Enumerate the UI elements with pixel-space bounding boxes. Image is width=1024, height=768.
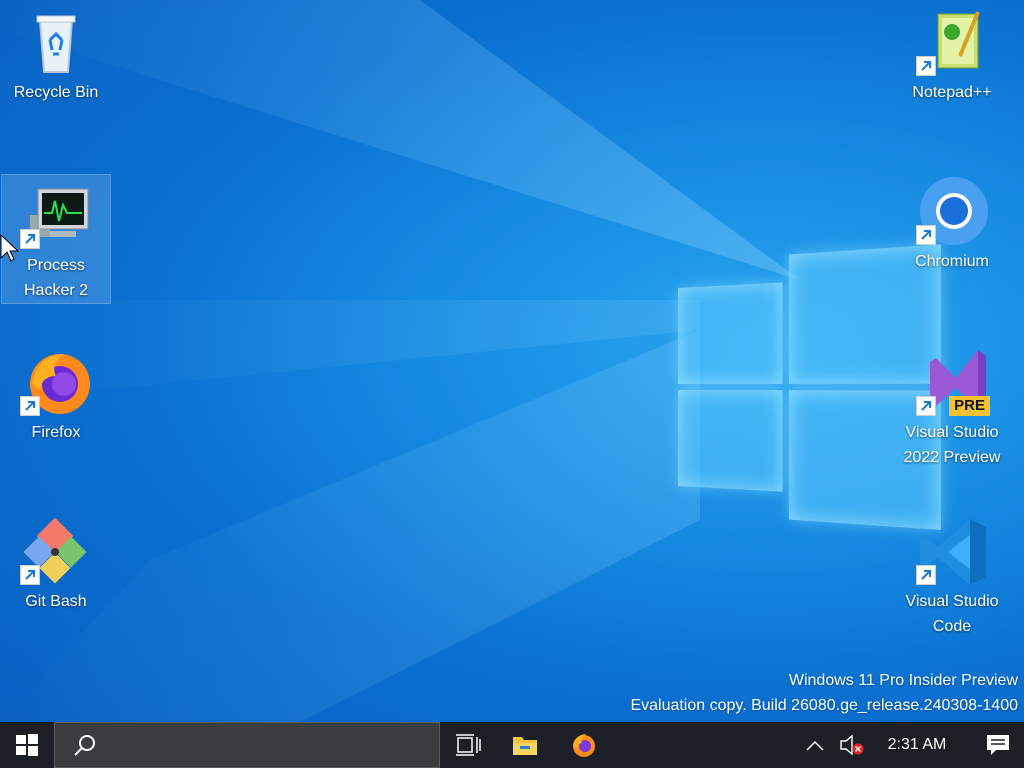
volume-button[interactable] <box>832 722 872 768</box>
visual-studio-icon: PRE <box>916 346 990 418</box>
notepad-plus-plus-desktop-icon[interactable]: Notepad++ <box>897 2 1007 132</box>
watermark-build: Evaluation copy. Build 26080.ge_release.… <box>630 697 1018 714</box>
system-tray: 2:31 AM <box>798 722 1024 768</box>
taskbar: 2:31 AM <box>0 722 1024 768</box>
chevron-up-icon <box>806 740 824 751</box>
shortcut-arrow-icon <box>916 396 936 416</box>
recycle-bin-icon <box>20 6 92 78</box>
preview-badge: PRE <box>949 396 990 416</box>
show-hidden-icons-button[interactable] <box>798 722 832 768</box>
chromium-icon <box>916 175 988 247</box>
desktop-icon-label: Process Hacker 2 <box>23 257 89 299</box>
task-view-button[interactable] <box>440 722 496 768</box>
shortcut-arrow-icon <box>20 229 40 249</box>
shortcut-arrow-icon <box>916 56 936 76</box>
notepad-plus-plus-icon <box>916 6 988 78</box>
windows-start-icon <box>16 734 38 756</box>
action-center-button[interactable] <box>972 722 1024 768</box>
desktop-icon-label: Git Bash <box>25 593 87 610</box>
visual-studio-code-desktop-icon[interactable]: Visual Studio Code <box>897 511 1007 641</box>
taskbar-file-explorer[interactable] <box>496 722 554 768</box>
firefox-desktop-icon[interactable]: Firefox <box>1 342 111 472</box>
shortcut-arrow-icon <box>20 565 40 585</box>
desktop-icon-label: Firefox <box>31 424 81 441</box>
firefox-icon <box>20 346 92 418</box>
git-bash-icon <box>20 515 92 587</box>
recycle-bin-desktop-icon[interactable]: Recycle Bin <box>1 2 111 132</box>
taskbar-clock[interactable]: 2:31 AM <box>872 722 962 768</box>
volume-muted-icon <box>840 734 864 756</box>
visual-studio-2022-preview-desktop-icon[interactable]: PRE Visual Studio 2022 Preview <box>897 342 1007 472</box>
taskbar-search-box[interactable] <box>54 722 440 768</box>
firefox-icon <box>573 734 595 757</box>
chromium-desktop-icon[interactable]: Chromium <box>897 171 1007 301</box>
mouse-cursor-icon <box>0 234 20 262</box>
watermark-edition: Windows 11 Pro Insider Preview <box>788 672 1018 689</box>
process-hacker-icon <box>20 179 92 251</box>
shortcut-arrow-icon <box>916 225 936 245</box>
shortcut-arrow-icon <box>20 396 40 416</box>
git-bash-desktop-icon[interactable]: Git Bash <box>1 511 111 641</box>
desktop-icon-label: Visual Studio 2022 Preview <box>903 424 1001 466</box>
notification-icon <box>987 735 1009 755</box>
desktop-icon-label: Notepad++ <box>912 84 992 101</box>
desktop-icon-label: Chromium <box>915 253 989 270</box>
windows-watermark: Windows 11 Pro Insider Preview Evaluatio… <box>630 668 1018 718</box>
desktop-icon-label: Recycle Bin <box>13 84 99 101</box>
search-input[interactable] <box>109 737 409 753</box>
start-button[interactable] <box>0 722 54 768</box>
folder-icon <box>513 737 537 755</box>
shortcut-arrow-icon <box>916 565 936 585</box>
search-icon <box>74 735 95 756</box>
vscode-icon <box>916 515 988 587</box>
task-view-icon <box>456 734 481 756</box>
taskbar-firefox[interactable] <box>554 722 612 768</box>
desktop-icon-label: Visual Studio Code <box>905 593 999 635</box>
